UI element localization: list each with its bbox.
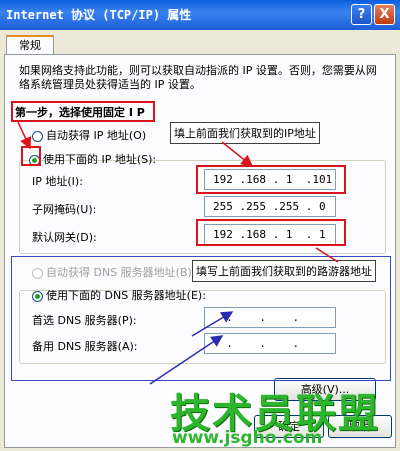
- dns-arrow-1: [191, 311, 234, 337]
- dns-arrow-2: [149, 335, 224, 385]
- step1-arrow: [17, 121, 32, 150]
- gateway-arrow: [315, 247, 339, 263]
- ip-arrow: [221, 141, 254, 167]
- watermark-url: www.jsgho.com: [172, 428, 323, 448]
